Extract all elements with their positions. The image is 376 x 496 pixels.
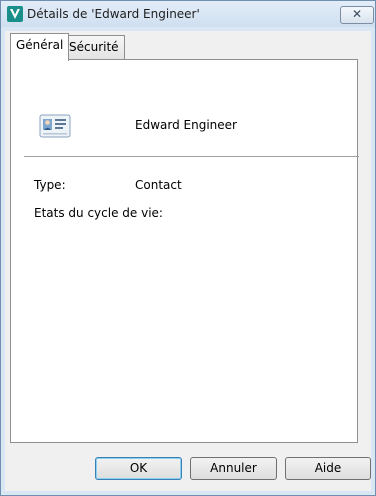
tab-security-label: Sécurité — [69, 40, 119, 54]
window-title: Détails de 'Edward Engineer' — [27, 7, 200, 21]
dialog-window: Détails de 'Edward Engineer' ✕ Général S… — [0, 0, 376, 496]
general-tab-panel: Edward Engineer Type: Contact Etats du c… — [10, 59, 359, 443]
cancel-button-label: Annuler — [210, 461, 257, 475]
type-value: Contact — [135, 178, 182, 192]
ok-button[interactable]: OK — [95, 457, 182, 480]
cancel-button[interactable]: Annuler — [190, 457, 277, 480]
close-button[interactable]: ✕ — [340, 6, 374, 24]
type-label: Type: — [34, 178, 66, 192]
ok-button-label: OK — [129, 461, 148, 475]
tab-general[interactable]: Général — [10, 33, 70, 61]
close-icon: ✕ — [351, 7, 363, 21]
contact-name: Edward Engineer — [135, 118, 237, 132]
lifecycle-state-label: Etats du cycle de vie: — [34, 206, 163, 220]
app-logo-icon — [7, 6, 23, 22]
tab-security[interactable]: Sécurité — [63, 35, 125, 59]
help-button-label: Aide — [314, 461, 342, 475]
section-divider — [24, 156, 359, 157]
help-button[interactable]: Aide — [285, 457, 371, 480]
dialog-client-area: Général Sécurité Edward Engineer Type: C… — [5, 31, 371, 491]
tab-general-label: Général — [16, 38, 64, 52]
contact-card-icon — [39, 114, 71, 138]
title-bar[interactable]: Détails de 'Edward Engineer' ✕ — [1, 1, 375, 27]
